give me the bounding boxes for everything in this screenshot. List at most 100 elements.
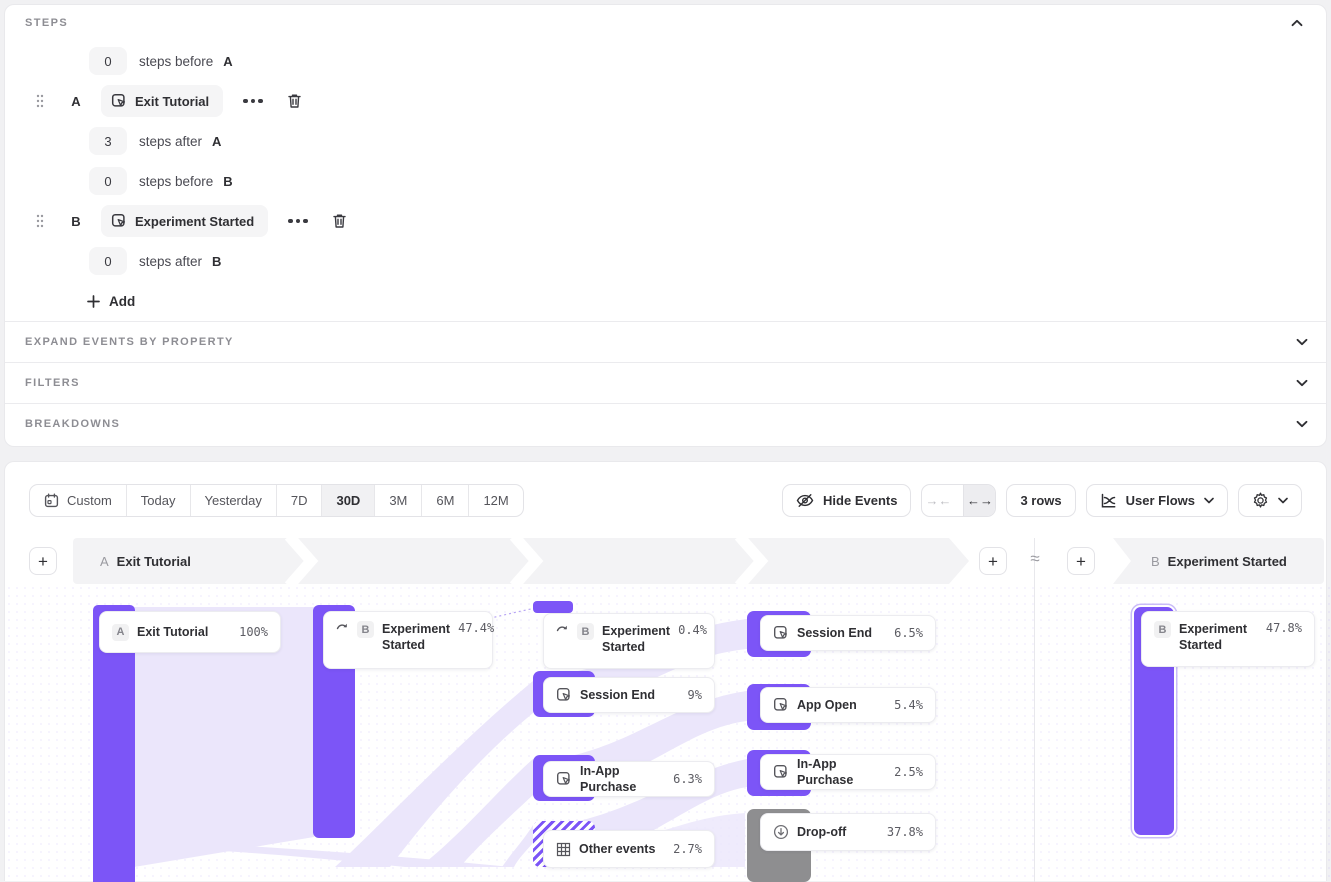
section-label: FILTERS — [25, 377, 80, 389]
report-toolbar: Custom Today Yesterday 7D 30D 3M 6M 12M … — [5, 462, 1326, 517]
flow-node-in-app-purchase-25[interactable]: In-App Purchase 2.5% — [760, 754, 936, 790]
node-percent: 2.5% — [894, 765, 923, 779]
flow-node-drop-off[interactable]: Drop-off 37.8% — [760, 813, 936, 851]
flow-node-experiment-started-47[interactable]: B Experiment Started 47.4% — [323, 611, 493, 669]
range-label: 7D — [291, 493, 308, 508]
custom-event-icon — [773, 764, 789, 780]
view-label: User Flows — [1126, 493, 1195, 508]
chevron-down-icon — [1296, 420, 1308, 428]
step-b-overflow-menu[interactable] — [284, 213, 312, 230]
flow-node-experiment-started-04[interactable]: B Experiment Started 0.4% — [543, 613, 715, 669]
column-band-a[interactable]: A Exit Tutorial — [73, 538, 969, 584]
flow-node-experiment-started-end[interactable]: B Experiment Started 47.8% — [1141, 611, 1315, 667]
count-label: steps after — [139, 134, 202, 149]
count-ref: A — [212, 134, 221, 149]
section-breakdowns[interactable]: BREAKDOWNS — [5, 403, 1326, 444]
view-type-dropdown[interactable]: User Flows — [1086, 484, 1228, 517]
section-label: BREAKDOWNS — [25, 418, 120, 430]
flow-node-exit-tutorial[interactable]: A Exit Tutorial 100% — [99, 611, 281, 653]
column-band-b[interactable]: B Experiment Started — [1113, 538, 1324, 584]
steps-after-a-input[interactable]: 3 — [89, 127, 127, 155]
drag-handle-icon[interactable] — [33, 214, 47, 228]
count-label: steps before — [139, 174, 213, 189]
node-percent: 37.8% — [887, 825, 923, 839]
custom-event-icon — [773, 625, 789, 641]
flow-node-session-end-9[interactable]: Session End 9% — [543, 677, 715, 713]
node-percent: 47.4% — [458, 621, 494, 635]
drop-off-icon — [773, 824, 789, 840]
event-name: Exit Tutorial — [135, 94, 209, 109]
date-range-7d[interactable]: 7D — [276, 485, 322, 516]
flow-visualization: + A Exit Tutorial + ≈ + B Experiment Sta… — [5, 538, 1326, 882]
node-name: In-App Purchase — [580, 763, 665, 796]
date-range-selector: Custom Today Yesterday 7D 30D 3M 6M 12M — [29, 484, 524, 517]
steps-before-a-row: 0 steps before A — [25, 41, 1326, 81]
node-name: In-App Purchase — [797, 756, 886, 789]
steps-collapse-button[interactable] — [1286, 12, 1308, 34]
trash-icon — [332, 213, 347, 229]
event-picker-experiment-started[interactable]: Experiment Started — [101, 205, 268, 237]
sankey-canvas: A Exit Tutorial 100% B Experiment Starte… — [5, 584, 1331, 882]
drag-handle-icon[interactable] — [33, 94, 47, 108]
add-column-before-button[interactable]: + — [29, 547, 57, 575]
step-a-overflow-menu[interactable] — [239, 93, 267, 110]
grid-icon — [556, 842, 571, 857]
custom-event-icon — [556, 687, 572, 703]
approx-symbol: ≈ — [1026, 549, 1044, 569]
event-picker-exit-tutorial[interactable]: Exit Tutorial — [101, 85, 223, 117]
calendar-icon — [44, 493, 59, 508]
steps-before-a-input[interactable]: 0 — [89, 47, 127, 75]
node-percent: 2.7% — [673, 842, 702, 856]
date-range-12m[interactable]: 12M — [468, 485, 522, 516]
node-name: Session End — [797, 625, 872, 641]
flow-bar-experiment-started-04[interactable] — [533, 601, 573, 613]
plus-icon: + — [1076, 553, 1086, 570]
node-name: Experiment Started — [1179, 621, 1258, 654]
trash-icon — [287, 93, 302, 109]
step-b-delete-button[interactable] — [328, 209, 351, 233]
node-name: App Open — [797, 697, 857, 713]
date-range-6m[interactable]: 6M — [421, 485, 468, 516]
date-range-today[interactable]: Today — [126, 485, 190, 516]
steps-title: STEPS — [25, 17, 68, 29]
add-column-before-b-button[interactable]: + — [1067, 547, 1095, 575]
node-name: Experiment Started — [602, 623, 670, 656]
steps-panel-header: STEPS — [5, 5, 1326, 41]
section-expand-events-by-property[interactable]: EXPAND EVENTS BY PROPERTY — [5, 321, 1326, 362]
band-chevron-separators — [73, 538, 969, 584]
column-width-toggle: →← ←→ — [921, 484, 996, 517]
flow-node-other-events[interactable]: Other events 2.7% — [543, 830, 715, 868]
user-flows-chart-icon — [1100, 493, 1117, 509]
flow-node-in-app-purchase-63[interactable]: In-App Purchase 6.3% — [543, 761, 715, 797]
steps-after-b-input[interactable]: 0 — [89, 247, 127, 275]
rows-count-button[interactable]: 3 rows — [1006, 484, 1075, 517]
add-step-button[interactable]: Add — [87, 281, 135, 321]
step-letter: B — [69, 214, 83, 229]
expand-columns-icon[interactable]: ←→ — [963, 485, 995, 516]
add-column-after-button[interactable]: + — [979, 547, 1007, 575]
flow-node-session-end-65[interactable]: Session End 6.5% — [760, 615, 936, 651]
hide-events-button[interactable]: Hide Events — [782, 484, 911, 517]
band-name: Exit Tutorial — [117, 554, 191, 569]
plus-icon: + — [38, 553, 48, 570]
chevron-down-icon — [1278, 497, 1288, 504]
step-a-delete-button[interactable] — [283, 89, 306, 113]
range-label: Today — [141, 493, 176, 508]
node-percent: 6.5% — [894, 626, 923, 640]
date-range-custom[interactable]: Custom — [30, 485, 126, 516]
custom-event-icon — [111, 213, 127, 229]
collapse-columns-icon[interactable]: →← — [922, 485, 954, 516]
custom-event-icon — [556, 771, 572, 787]
chevron-up-icon — [1291, 19, 1303, 27]
band-b-label: B Experiment Started — [1151, 554, 1287, 569]
date-range-30d[interactable]: 30D — [321, 485, 374, 516]
steps-before-b-input[interactable]: 0 — [89, 167, 127, 195]
settings-dropdown[interactable] — [1238, 484, 1302, 517]
range-label: 12M — [483, 493, 508, 508]
section-filters[interactable]: FILTERS — [5, 362, 1326, 403]
range-label: 30D — [336, 493, 360, 508]
steps-panel: STEPS 0 steps before A A Exit Tutorial — [4, 4, 1327, 447]
flow-node-app-open[interactable]: App Open 5.4% — [760, 687, 936, 723]
date-range-3m[interactable]: 3M — [374, 485, 421, 516]
date-range-yesterday[interactable]: Yesterday — [190, 485, 276, 516]
